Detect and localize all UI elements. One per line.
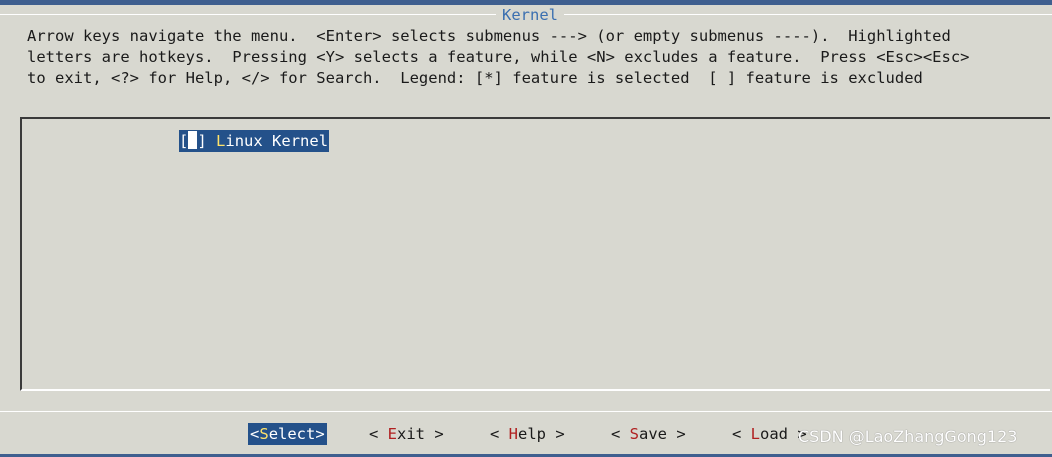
help-label: elp (518, 425, 547, 443)
exit-button[interactable]: < Exit > (369, 423, 444, 445)
load-button[interactable]: < Load > (732, 423, 807, 445)
help-close: > (546, 425, 565, 443)
help-open: < (490, 425, 509, 443)
menu-item-label: inux Kernel (225, 132, 329, 150)
select-open: < (250, 425, 260, 443)
menu-item-hotkey: L (216, 132, 226, 150)
exit-hotkey: E (387, 425, 398, 443)
menuconfig-screen: Kernel Arrow keys navigate the menu. <En… (0, 0, 1052, 457)
help-hotkey: H (508, 425, 519, 443)
checkbox-close: ] (197, 132, 207, 150)
help-line: letters are hotkeys. Pressing <Y> select… (27, 48, 970, 66)
save-close: > (667, 425, 686, 443)
load-label: oad (760, 425, 789, 443)
menu-list: [] Linux Kernel (20, 117, 1050, 391)
checkbox-cursor[interactable] (188, 131, 198, 149)
save-hotkey: S (629, 425, 640, 443)
dialog-title: Kernel (496, 5, 564, 25)
load-open: < (732, 425, 751, 443)
kernel-dialog: Kernel Arrow keys navigate the menu. <En… (0, 0, 1052, 454)
select-close: > (315, 425, 325, 443)
select-hotkey: S (259, 425, 269, 443)
exit-open: < (369, 425, 388, 443)
help-button[interactable]: < Help > (490, 423, 565, 445)
help-text: Arrow keys navigate the menu. <Enter> se… (27, 26, 1047, 89)
help-line: Arrow keys navigate the menu. <Enter> se… (27, 27, 951, 45)
select-button[interactable]: <Select> (248, 423, 327, 445)
load-hotkey: L (750, 425, 761, 443)
button-divider (0, 411, 1052, 412)
exit-label: xit (397, 425, 426, 443)
menu-item-linux-kernel[interactable]: [] Linux Kernel (179, 130, 330, 152)
help-line: to exit, <?> for Help, </> for Search. L… (27, 69, 923, 87)
watermark: CSDN @LaoZhangGong123 (798, 427, 1018, 446)
save-button[interactable]: < Save > (611, 423, 686, 445)
save-label: ave (639, 425, 668, 443)
save-open: < (611, 425, 630, 443)
exit-close: > (425, 425, 444, 443)
select-label: elect (268, 425, 316, 443)
checkbox-open: [ (179, 132, 189, 150)
